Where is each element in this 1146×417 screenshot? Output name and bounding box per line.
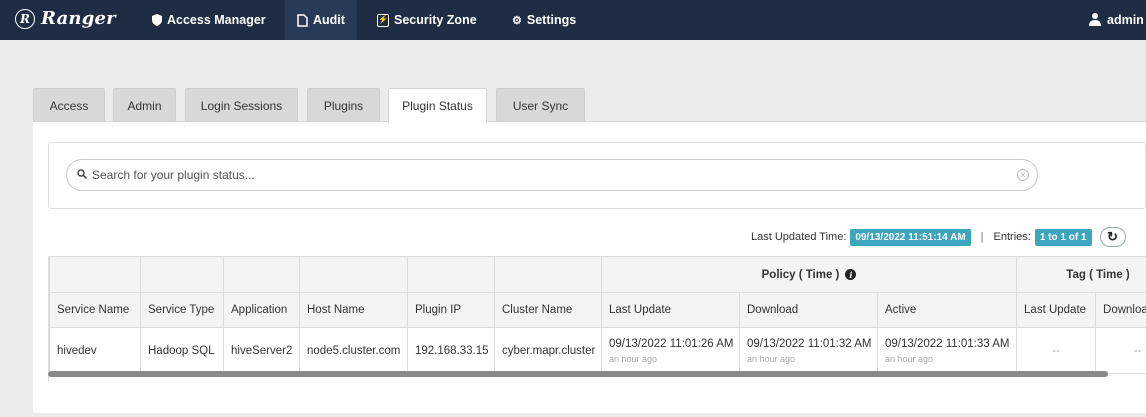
group-header-empty	[299, 256, 408, 293]
search-input[interactable]: Search for your plugin status... ✕	[66, 159, 1038, 191]
nav-settings-label: Settings	[526, 13, 577, 27]
tab-access[interactable]: Access	[33, 88, 105, 122]
group-header-empty	[140, 256, 224, 293]
cell-plugin-ip: 192.168.33.15	[407, 327, 495, 374]
refresh-icon: ↻	[1107, 229, 1118, 244]
gear-icon: ⚙	[512, 14, 522, 27]
zone-icon: ⚡	[377, 13, 389, 27]
cell-tag-download: --	[1095, 327, 1146, 374]
meta-separator: |	[980, 231, 984, 243]
refresh-button[interactable]: ↻	[1099, 227, 1126, 247]
cell-policy-last-update: 09/13/2022 11:01:26 AM an hour ago	[601, 327, 740, 374]
ranger-logo-icon: R	[15, 8, 35, 29]
nav-security-zone[interactable]: ⚡ Security Zone	[365, 0, 489, 40]
policy-active-time: 09/13/2022 11:01:33 AM	[885, 337, 1010, 350]
plugin-status-panel: Search for your plugin status... ✕ Last …	[33, 121, 1146, 413]
column-header[interactable]: Active	[876, 292, 1018, 328]
policy-download-relative: an hour ago	[747, 353, 796, 364]
column-header[interactable]: Application	[223, 292, 300, 328]
group-header-empty	[49, 256, 141, 293]
column-header[interactable]: Download	[1095, 292, 1146, 328]
nav-audit-label: Audit	[313, 13, 345, 27]
table-row: hivedev Hadoop SQL hiveServer2 node5.clu…	[49, 327, 1146, 374]
nav-settings[interactable]: ⚙ Settings	[500, 0, 588, 40]
cell-host-name: node5.cluster.com	[299, 327, 408, 374]
cell-tag-last-update: --	[1016, 327, 1097, 374]
brand-name: Ranger	[41, 8, 116, 29]
nav-audit[interactable]: Audit	[285, 0, 357, 40]
horizontal-scrollbar[interactable]	[48, 371, 1108, 377]
tag-time-header: Tag ( Time )	[1016, 256, 1146, 293]
column-header[interactable]: Host Name	[299, 292, 408, 328]
nav-access-manager-label: Access Manager	[167, 13, 266, 27]
column-header[interactable]: Last Update	[601, 292, 740, 328]
policy-active-relative: an hour ago	[885, 353, 934, 364]
policy-time-header: Policy ( Time ) i	[600, 256, 1018, 293]
policy-time-label: Policy ( Time )	[761, 268, 840, 281]
top-navbar: R Ranger Access Manager Audit ⚡ Security…	[0, 0, 1146, 40]
search-icon	[77, 168, 88, 182]
cell-policy-active: 09/13/2022 11:01:33 AM an hour ago	[876, 327, 1018, 374]
cell-application: hiveServer2	[223, 327, 300, 374]
last-updated-badge: 09/13/2022 11:51:14 AM	[850, 228, 971, 246]
column-header[interactable]: Service Type	[140, 292, 224, 328]
search-container: Search for your plugin status... ✕	[48, 142, 1146, 209]
tag-time-label: Tag ( Time )	[1066, 268, 1130, 281]
column-header[interactable]: Download	[739, 292, 878, 328]
policy-last-update-relative: an hour ago	[609, 353, 658, 364]
tab-admin[interactable]: Admin	[113, 88, 176, 122]
cell-service-name: hivedev	[49, 327, 141, 374]
last-updated-label: Last Updated Time:	[751, 231, 847, 243]
column-header[interactable]: Cluster Name	[494, 292, 602, 328]
tab-login-sessions[interactable]: Login Sessions	[185, 88, 298, 122]
column-header[interactable]: Last Update	[1016, 292, 1097, 328]
cell-service-type: Hadoop SQL	[140, 327, 224, 374]
file-icon	[297, 13, 308, 27]
user-icon	[1088, 12, 1102, 29]
user-name: admin	[1107, 13, 1144, 27]
clear-search-icon[interactable]: ✕	[1017, 169, 1029, 181]
tab-user-sync[interactable]: User Sync	[496, 88, 585, 122]
entries-badge: 1 to 1 of 1	[1034, 228, 1092, 246]
policy-last-update-time: 09/13/2022 11:01:26 AM	[609, 337, 734, 350]
plugin-status-table-wrap[interactable]: Policy ( Time ) i Tag ( Time ) Service Na…	[48, 256, 1146, 381]
user-menu[interactable]: admin	[1088, 0, 1144, 40]
nav-access-manager[interactable]: Access Manager	[140, 0, 278, 40]
nav-security-zone-label: Security Zone	[394, 13, 477, 27]
brand[interactable]: R Ranger	[15, 8, 116, 29]
cell-cluster-name: cyber.mapr.cluster	[494, 327, 602, 374]
policy-download-time: 09/13/2022 11:01:32 AM	[747, 337, 872, 350]
tab-plugin-status[interactable]: Plugin Status	[388, 88, 487, 123]
group-header-empty	[407, 256, 495, 293]
info-icon[interactable]: i	[845, 269, 857, 280]
plugin-status-table: Policy ( Time ) i Tag ( Time ) Service Na…	[49, 256, 1146, 374]
group-header-empty	[223, 256, 300, 293]
search-placeholder: Search for your plugin status...	[92, 168, 255, 182]
entries-label: Entries:	[993, 231, 1031, 243]
column-header[interactable]: Service Name	[49, 292, 141, 328]
column-header[interactable]: Plugin IP	[407, 292, 495, 328]
shield-icon	[152, 14, 162, 26]
group-header-empty	[494, 256, 602, 293]
tab-plugins[interactable]: Plugins	[307, 88, 380, 122]
table-meta: Last Updated Time: 09/13/2022 11:51:14 A…	[751, 227, 1126, 247]
cell-policy-download: 09/13/2022 11:01:32 AM an hour ago	[739, 327, 878, 374]
